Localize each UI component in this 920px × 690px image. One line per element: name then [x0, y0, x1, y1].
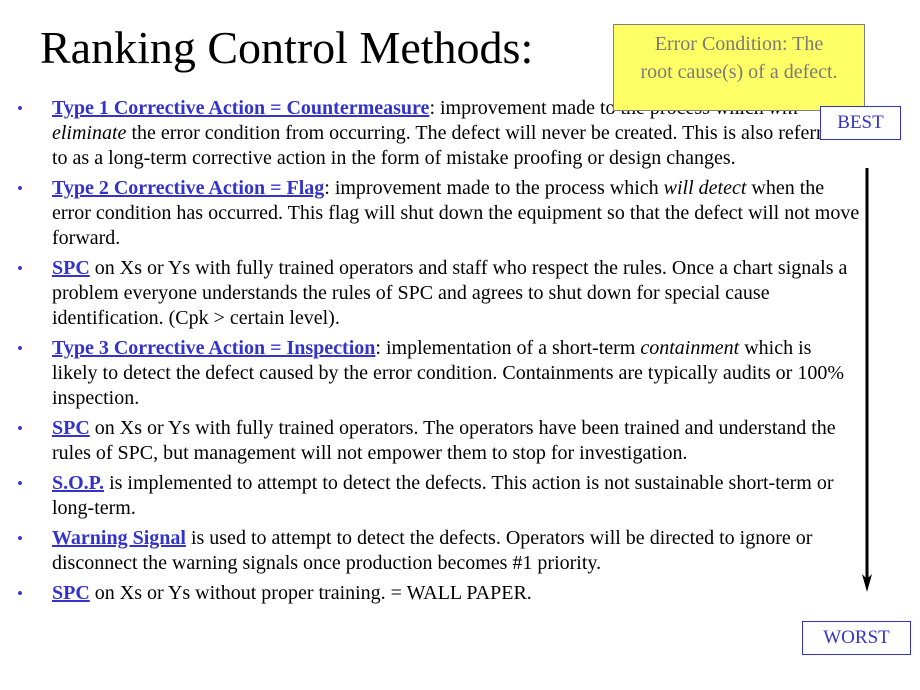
down-arrow-icon: [862, 168, 872, 592]
item-text: on Xs or Ys with fully trained operators…: [52, 417, 836, 464]
slide-title: Ranking Control Methods:: [40, 22, 534, 73]
link-sop[interactable]: S.O.P.: [52, 472, 104, 494]
worst-label: WORST: [802, 621, 911, 655]
item-text: : implementation of a short-term: [375, 337, 641, 359]
link-spc[interactable]: SPC: [52, 417, 90, 439]
error-condition-callout: Error Condition: The root cause(s) of a …: [613, 24, 865, 111]
item-text: : improvement made to the process which: [324, 177, 664, 199]
bullet-icon: •: [17, 99, 23, 118]
bullet-icon: •: [17, 259, 23, 278]
bullet-icon: •: [17, 474, 23, 493]
list-item-type2-flag: • Type 2 Corrective Action = Flag: impro…: [0, 176, 860, 251]
callout-line-2: root cause(s) of a defect.: [640, 61, 838, 83]
item-text: is implemented to attempt to detect the …: [52, 472, 834, 519]
item-emphasis: containment: [640, 337, 740, 359]
item-text: on Xs or Ys with fully trained operators…: [52, 257, 848, 329]
bullet-icon: •: [17, 419, 23, 438]
link-spc[interactable]: SPC: [52, 582, 90, 604]
bullet-icon: •: [17, 529, 23, 548]
list-item-type3-inspection: • Type 3 Corrective Action = Inspection:…: [0, 336, 860, 411]
bullet-icon: •: [17, 584, 23, 603]
link-type3-inspection[interactable]: Type 3 Corrective Action = Inspection: [52, 337, 375, 359]
item-text: the error condition from occurring. The …: [52, 122, 842, 169]
list-item-spc-untrained: • SPC on Xs or Ys without proper trainin…: [0, 581, 860, 606]
item-text: on Xs or Ys without proper training. = W…: [89, 582, 532, 604]
link-type2-flag[interactable]: Type 2 Corrective Action = Flag: [52, 177, 324, 199]
list-item-sop: • S.O.P. is implemented to attempt to de…: [0, 471, 860, 521]
best-label: BEST: [820, 106, 901, 140]
link-spc[interactable]: SPC: [52, 257, 90, 279]
list-item-spc-full: • SPC on Xs or Ys with fully trained ope…: [0, 256, 860, 331]
control-methods-list: • Type 1 Corrective Action = Countermeas…: [0, 96, 860, 611]
list-item-spc-trained: • SPC on Xs or Ys with fully trained ope…: [0, 416, 860, 466]
item-emphasis: will detect: [663, 177, 747, 199]
link-warning-signal[interactable]: Warning Signal: [52, 527, 186, 549]
callout-line-1: Error Condition: The: [654, 33, 824, 55]
list-item-warning-signal: • Warning Signal is used to attempt to d…: [0, 526, 860, 576]
link-type1-countermeasure[interactable]: Type 1 Corrective Action = Countermeasur…: [52, 97, 429, 119]
bullet-icon: •: [17, 339, 23, 358]
bullet-icon: •: [17, 179, 23, 198]
